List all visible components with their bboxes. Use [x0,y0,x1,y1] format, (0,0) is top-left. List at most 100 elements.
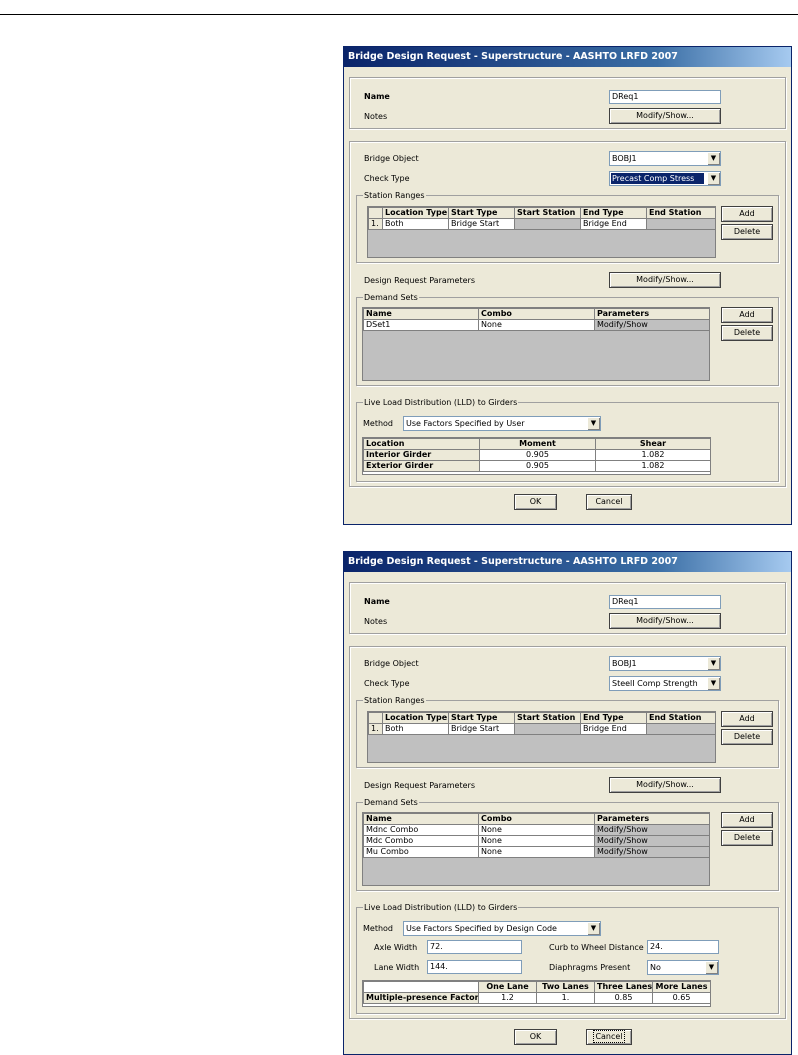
demand-name-cell[interactable]: Mu Combo [363,846,479,858]
end-type-cell[interactable]: Bridge End [580,218,647,230]
design-request-dialog-2: Bridge Design Request - Superstructure -… [343,551,792,1055]
table-row[interactable]: Exterior Girder 0.905 1.082 [363,460,711,472]
demand-combo-cell[interactable]: None [478,846,595,858]
demand-delete-button[interactable]: Delete [721,830,773,846]
check-type-dropdown[interactable]: SteelI Comp Strength ▼ [609,676,721,691]
method-dropdown[interactable]: Use Factors Specified by Design Code ▼ [403,921,601,936]
bridge-object-dropdown[interactable]: BOBJ1 ▼ [609,151,721,166]
demand-combo-cell[interactable]: None [478,835,595,847]
demand-add-button[interactable]: Add [721,307,773,323]
method-dropdown[interactable]: Use Factors Specified by User ▼ [403,416,601,431]
start-station-cell[interactable] [514,723,581,735]
check-type-dropdown[interactable]: Precast Comp Stress ▼ [609,171,721,186]
station-ranges-group: Station Ranges Location Type Start Type … [356,190,779,263]
station-delete-button[interactable]: Delete [721,729,773,745]
demand-combo-cell[interactable]: None [478,319,595,331]
location-type-cell[interactable]: Both [382,218,449,230]
station-ranges-grid[interactable]: Location Type Start Type Start Station E… [367,206,716,258]
lane-width-label: Lane Width [374,963,420,972]
mp-value-cell[interactable]: 0.85 [594,992,653,1004]
header-parameters: Parameters [594,813,710,825]
notes-modify-show-button[interactable]: Modify/Show... [609,613,721,629]
start-station-cell[interactable] [514,218,581,230]
design-params-modify-show-button[interactable]: Modify/Show... [609,777,721,793]
cancel-button[interactable]: Cancel [586,494,632,510]
location-cell: Exterior Girder [363,460,480,472]
demand-combo-cell[interactable]: None [478,824,595,836]
check-type-label: Check Type [364,679,410,688]
station-ranges-title: Station Ranges [363,190,426,201]
demand-delete-button[interactable]: Delete [721,325,773,341]
demand-params-cell[interactable]: Modify/Show [594,846,710,858]
design-params-modify-show-button[interactable]: Modify/Show... [609,272,721,288]
name-notes-panel: Name DReq1 Notes Modify/Show... [349,77,786,129]
name-field[interactable]: DReq1 [609,90,721,104]
demand-params-cell[interactable]: Modify/Show [594,835,710,847]
header-parameters: Parameters [594,308,710,320]
moment-cell[interactable]: 0.905 [479,460,596,472]
demand-sets-grid[interactable]: Name Combo Parameters Mdnc Combo None Mo… [362,812,710,886]
mp-row-label: Multiple-presence Factor [363,992,479,1004]
end-station-cell[interactable] [646,723,716,735]
header-more-lanes: More Lanes [652,981,711,993]
station-delete-button[interactable]: Delete [721,224,773,240]
row-index: 1. [368,218,383,230]
diaphragms-dropdown[interactable]: No ▼ [647,960,719,975]
dialog-title: Bridge Design Request - Superstructure -… [344,47,791,67]
demand-name-cell[interactable]: DSet1 [363,319,479,331]
chevron-down-icon: ▼ [707,172,720,185]
demand-add-button[interactable]: Add [721,812,773,828]
station-ranges-title: Station Ranges [363,695,426,706]
lane-width-field[interactable]: 144. [427,960,522,974]
table-row[interactable]: Mu Combo None Modify/Show [363,846,710,858]
demand-sets-grid[interactable]: Name Combo Parameters DSet1 None Modify/… [362,307,710,381]
shear-cell[interactable]: 1.082 [595,460,711,472]
demand-params-cell[interactable]: Modify/Show [594,824,710,836]
lld-factors-grid[interactable]: Location Moment Shear Interior Girder 0.… [362,437,711,475]
demand-name-cell[interactable]: Mdc Combo [363,835,479,847]
end-type-cell[interactable]: Bridge End [580,723,647,735]
moment-cell[interactable]: 0.905 [479,449,596,461]
multiple-presence-grid[interactable]: One Lane Two Lanes Three Lanes More Lane… [362,980,711,1007]
axle-width-field[interactable]: 72. [427,940,522,954]
name-field[interactable]: DReq1 [609,595,721,609]
table-row[interactable]: 1. Both Bridge Start Bridge End [368,218,716,230]
start-type-cell[interactable]: Bridge Start [448,723,515,735]
station-ranges-grid[interactable]: Location Type Start Type Start Station E… [367,711,716,763]
name-label: Name [364,597,390,606]
station-add-button[interactable]: Add [721,206,773,222]
mp-value-cell[interactable]: 0.65 [652,992,711,1004]
station-add-button[interactable]: Add [721,711,773,727]
cancel-button[interactable]: Cancel [586,1029,632,1045]
axle-width-label: Axle Width [374,943,418,952]
notes-modify-show-button[interactable]: Modify/Show... [609,108,721,124]
table-row[interactable]: 1. Both Bridge Start Bridge End [368,723,716,735]
table-row[interactable]: Mdnc Combo None Modify/Show [363,824,710,836]
header-location: Location [363,438,480,450]
ok-button[interactable]: OK [514,494,557,510]
table-row[interactable]: Mdc Combo None Modify/Show [363,835,710,847]
end-station-cell[interactable] [646,218,716,230]
curb-to-wheel-field[interactable]: 24. [647,940,719,954]
header-name: Name [363,308,479,320]
ok-button[interactable]: OK [514,1029,557,1045]
demand-name-cell[interactable]: Mdnc Combo [363,824,479,836]
table-row[interactable]: Interior Girder 0.905 1.082 [363,449,711,461]
table-row[interactable]: Multiple-presence Factor 1.2 1. 0.85 0.6… [363,992,711,1004]
chevron-down-icon: ▼ [705,961,718,974]
mp-value-cell[interactable]: 1.2 [478,992,537,1004]
chevron-down-icon: ▼ [587,922,600,935]
start-type-cell[interactable]: Bridge Start [448,218,515,230]
shear-cell[interactable]: 1.082 [595,449,711,461]
chevron-down-icon: ▼ [707,677,720,690]
location-cell: Interior Girder [363,449,480,461]
notes-label: Notes [364,617,388,626]
mp-value-cell[interactable]: 1. [536,992,595,1004]
location-type-cell[interactable]: Both [382,723,449,735]
demand-sets-title: Demand Sets [363,797,419,808]
bridge-object-dropdown[interactable]: BOBJ1 ▼ [609,656,721,671]
header-start-type: Start Type [448,207,515,219]
demand-params-cell[interactable]: Modify/Show [594,319,710,331]
table-row[interactable]: DSet1 None Modify/Show [363,319,710,331]
notes-label: Notes [364,112,388,121]
